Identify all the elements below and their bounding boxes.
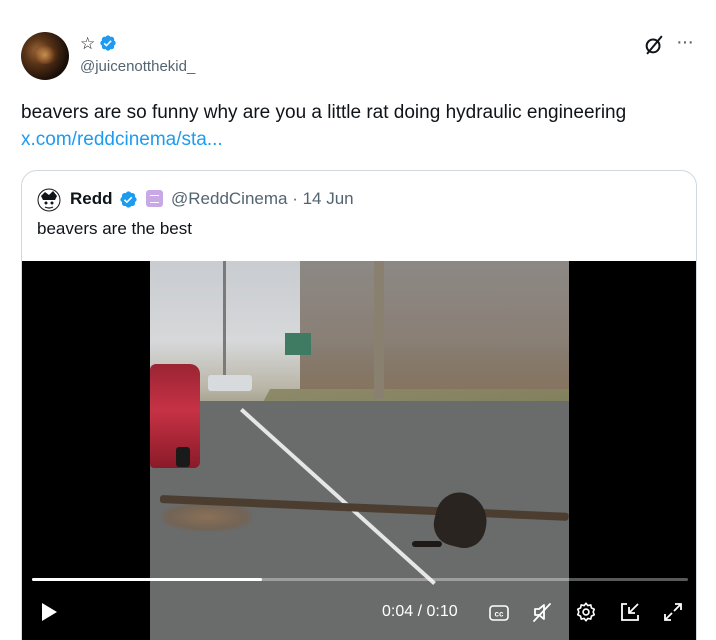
gear-icon[interactable]	[575, 601, 597, 623]
quoted-verified-badge-icon	[120, 191, 137, 208]
quoted-avatar[interactable]	[37, 188, 61, 212]
author-display-name[interactable]: ☆	[80, 35, 95, 52]
author-avatar[interactable]	[21, 32, 69, 80]
video-frame	[150, 261, 569, 640]
post-link[interactable]: x.com/reddcinema/sta...	[21, 128, 223, 152]
post-text: beavers are so funny why are you a littl…	[21, 102, 627, 123]
play-icon[interactable]	[40, 602, 58, 622]
beaver-tail	[412, 541, 442, 547]
more-icon[interactable]: ···	[676, 32, 694, 52]
dock-icon[interactable]	[619, 601, 641, 623]
video-player[interactable]: 0:04 / 0:10 cc	[22, 261, 696, 640]
car-tire	[176, 447, 190, 467]
quoted-post[interactable]: Redd @ReddCinema · 14 Jun beavers are th…	[21, 170, 697, 640]
muted-speaker-icon[interactable]	[531, 601, 553, 623]
branch-debris	[162, 503, 252, 531]
author-handle[interactable]: @juicenotthekid_	[80, 58, 195, 75]
distant-cars	[208, 375, 252, 391]
author-name-row[interactable]: ☆	[80, 33, 117, 53]
quoted-name[interactable]: Redd	[70, 189, 113, 209]
captions-icon[interactable]: cc	[489, 605, 509, 621]
video-time: 0:04 / 0:10	[382, 603, 458, 620]
svg-text:cc: cc	[495, 610, 504, 619]
utility-pole	[374, 261, 384, 399]
highway-sign	[285, 333, 311, 355]
quoted-text: beavers are the best	[37, 219, 192, 238]
grok-icon[interactable]	[643, 34, 665, 56]
affiliate-badge-icon[interactable]	[146, 190, 163, 207]
video-progress-bar[interactable]	[32, 578, 688, 581]
quoted-handle-date[interactable]: @ReddCinema · 14 Jun	[171, 189, 354, 209]
verified-badge-icon[interactable]	[99, 34, 117, 52]
red-car	[150, 364, 200, 468]
video-progress-fill	[32, 578, 262, 581]
expand-icon[interactable]	[662, 601, 684, 623]
utility-pole-distant	[223, 261, 226, 379]
